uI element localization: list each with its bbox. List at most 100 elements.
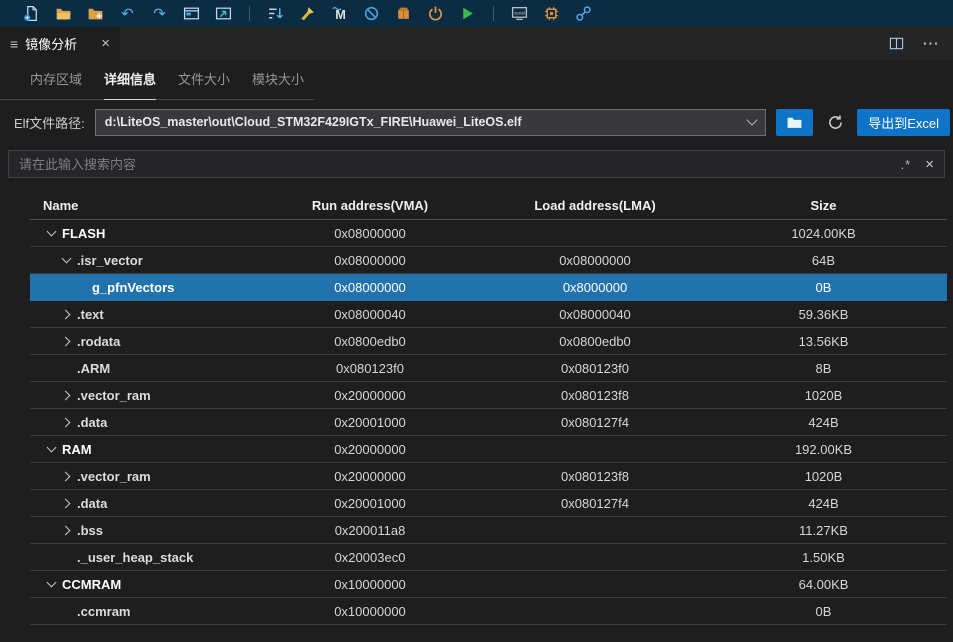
section-name: .ccmram — [77, 604, 130, 619]
clear-search-icon[interactable] — [925, 156, 934, 173]
chevron-down-icon[interactable] — [43, 225, 59, 241]
search-input[interactable] — [19, 157, 887, 172]
table-row[interactable]: ._user_heap_stack0x20003ec01.50KB — [30, 544, 947, 571]
chevron-spacer — [58, 603, 74, 619]
vma-cell: 0x080123f0 — [250, 361, 490, 376]
vma-cell: 0x20001000 — [250, 415, 490, 430]
run-icon[interactable] — [458, 4, 477, 23]
table-row[interactable]: .data0x200010000x080127f4424B — [30, 490, 947, 517]
lma-cell: 0x080127f4 — [490, 415, 700, 430]
table-row[interactable]: .text0x080000400x0800004059.36KB — [30, 301, 947, 328]
table-row[interactable]: .ccmram0x100000000B — [30, 598, 947, 625]
main-toolbar — [0, 0, 953, 27]
section-name: g_pfnVectors — [92, 280, 174, 295]
column-header-size[interactable]: Size — [700, 198, 947, 213]
size-cell: 11.27KB — [700, 523, 947, 538]
name-cell: .ARM — [30, 360, 250, 376]
chevron-down-icon[interactable] — [43, 441, 59, 457]
name-cell: .text — [30, 306, 250, 322]
tab-image-analysis[interactable]: 镜像分析 — [0, 27, 120, 60]
toolbar-separator — [493, 6, 494, 21]
name-cell: CCMRAM — [30, 576, 250, 592]
name-cell: .vector_ram — [30, 468, 250, 484]
split-editor-icon[interactable] — [887, 34, 906, 53]
column-header-lma[interactable]: Load address(LMA) — [490, 198, 700, 213]
section-name: FLASH — [62, 226, 105, 241]
chevron-right-icon[interactable] — [58, 495, 74, 511]
clean-icon[interactable] — [298, 4, 317, 23]
chevron-down-icon[interactable] — [58, 252, 74, 268]
column-header-vma[interactable]: Run address(VMA) — [250, 198, 490, 213]
section-name: .data — [77, 415, 107, 430]
size-cell: 1024.00KB — [700, 226, 947, 241]
pack-icon[interactable] — [394, 4, 413, 23]
power-icon[interactable] — [426, 4, 445, 23]
vma-cell: 0x20000000 — [250, 442, 490, 457]
tab-module-size[interactable]: 模块大小 — [252, 69, 304, 99]
browse-folder-button[interactable] — [776, 109, 813, 136]
send-to-window-icon[interactable] — [214, 4, 233, 23]
table-row[interactable]: .vector_ram0x200000000x080123f81020B — [30, 382, 947, 409]
size-cell: 59.36KB — [700, 307, 947, 322]
app-window: ↶ ↷ M — [0, 0, 953, 642]
chevron-down-icon[interactable] — [43, 576, 59, 592]
chevron-spacer — [73, 279, 89, 295]
editor-tab-strip: 镜像分析 — [0, 27, 953, 60]
add-folder-icon[interactable] — [86, 4, 105, 23]
tab-strip-actions — [887, 27, 953, 60]
chevron-right-icon[interactable] — [58, 333, 74, 349]
name-cell: .data — [30, 414, 250, 430]
undo-icon[interactable] — [118, 4, 137, 23]
tab-detail-info[interactable]: 详细信息 — [104, 69, 156, 100]
redo-icon[interactable] — [150, 4, 169, 23]
table-row[interactable]: CCMRAM0x1000000064.00KB — [30, 571, 947, 598]
disable-icon[interactable] — [362, 4, 381, 23]
export-excel-button[interactable]: 导出到Excel — [857, 109, 950, 136]
chevron-right-icon[interactable] — [58, 306, 74, 322]
vma-cell: 0x0800edb0 — [250, 334, 490, 349]
sort-lines-icon[interactable] — [266, 4, 285, 23]
size-cell: 1020B — [700, 469, 947, 484]
lma-cell: 0x8000000 — [490, 280, 700, 295]
vma-cell: 0x08000000 — [250, 280, 490, 295]
chevron-right-icon[interactable] — [58, 387, 74, 403]
table-row[interactable]: RAM0x20000000192.00KB — [30, 436, 947, 463]
vma-cell: 0x08000000 — [250, 226, 490, 241]
new-file-icon[interactable] — [22, 4, 41, 23]
refresh-button[interactable] — [823, 110, 847, 134]
lma-cell: 0x08000040 — [490, 307, 700, 322]
table-row[interactable]: .bss0x200011a811.27KB — [30, 517, 947, 544]
tab-title: 镜像分析 — [25, 34, 77, 53]
size-cell: 64B — [700, 253, 947, 268]
tab-file-size[interactable]: 文件大小 — [178, 69, 230, 99]
section-name: .isr_vector — [77, 253, 143, 268]
column-header-name[interactable]: Name — [30, 198, 250, 213]
more-actions-icon[interactable] — [922, 34, 939, 54]
chevron-right-icon[interactable] — [58, 522, 74, 538]
chip-flash-icon[interactable] — [542, 4, 561, 23]
open-folder-icon[interactable] — [54, 4, 73, 23]
table-row[interactable]: .data0x200010000x080127f4424B — [30, 409, 947, 436]
debug-link-icon[interactable] — [574, 4, 593, 23]
table-row[interactable]: .isr_vector0x080000000x0800000064B — [30, 247, 947, 274]
chevron-right-icon[interactable] — [58, 414, 74, 430]
table-row[interactable]: .ARM0x080123f00x080123f08B — [30, 355, 947, 382]
table-row[interactable]: FLASH 0x08000000 1024.00KB — [30, 220, 947, 247]
vma-cell: 0x20001000 — [250, 496, 490, 511]
vma-cell: 0x20000000 — [250, 469, 490, 484]
chevron-spacer — [58, 360, 74, 376]
section-name: .vector_ram — [77, 469, 151, 484]
elf-path-select[interactable]: d:\LiteOS_master\out\Cloud_STM32F429IGTx… — [95, 109, 766, 136]
lma-cell: 0x080127f4 — [490, 496, 700, 511]
regex-icon[interactable]: .* — [901, 157, 912, 172]
tab-memory-region[interactable]: 内存区域 — [30, 69, 82, 99]
table-row[interactable]: g_pfnVectors0x080000000x80000000B — [30, 274, 947, 301]
table-row[interactable]: .vector_ram0x200000000x080123f81020B — [30, 463, 947, 490]
close-icon[interactable] — [101, 35, 110, 52]
serial-monitor-icon[interactable] — [510, 4, 529, 23]
m-build-icon[interactable] — [330, 4, 349, 23]
table-row[interactable]: .rodata0x0800edb00x0800edb013.56KB — [30, 328, 947, 355]
table-header: Name Run address(VMA) Load address(LMA) … — [30, 191, 947, 220]
open-window-icon[interactable] — [182, 4, 201, 23]
chevron-right-icon[interactable] — [58, 468, 74, 484]
